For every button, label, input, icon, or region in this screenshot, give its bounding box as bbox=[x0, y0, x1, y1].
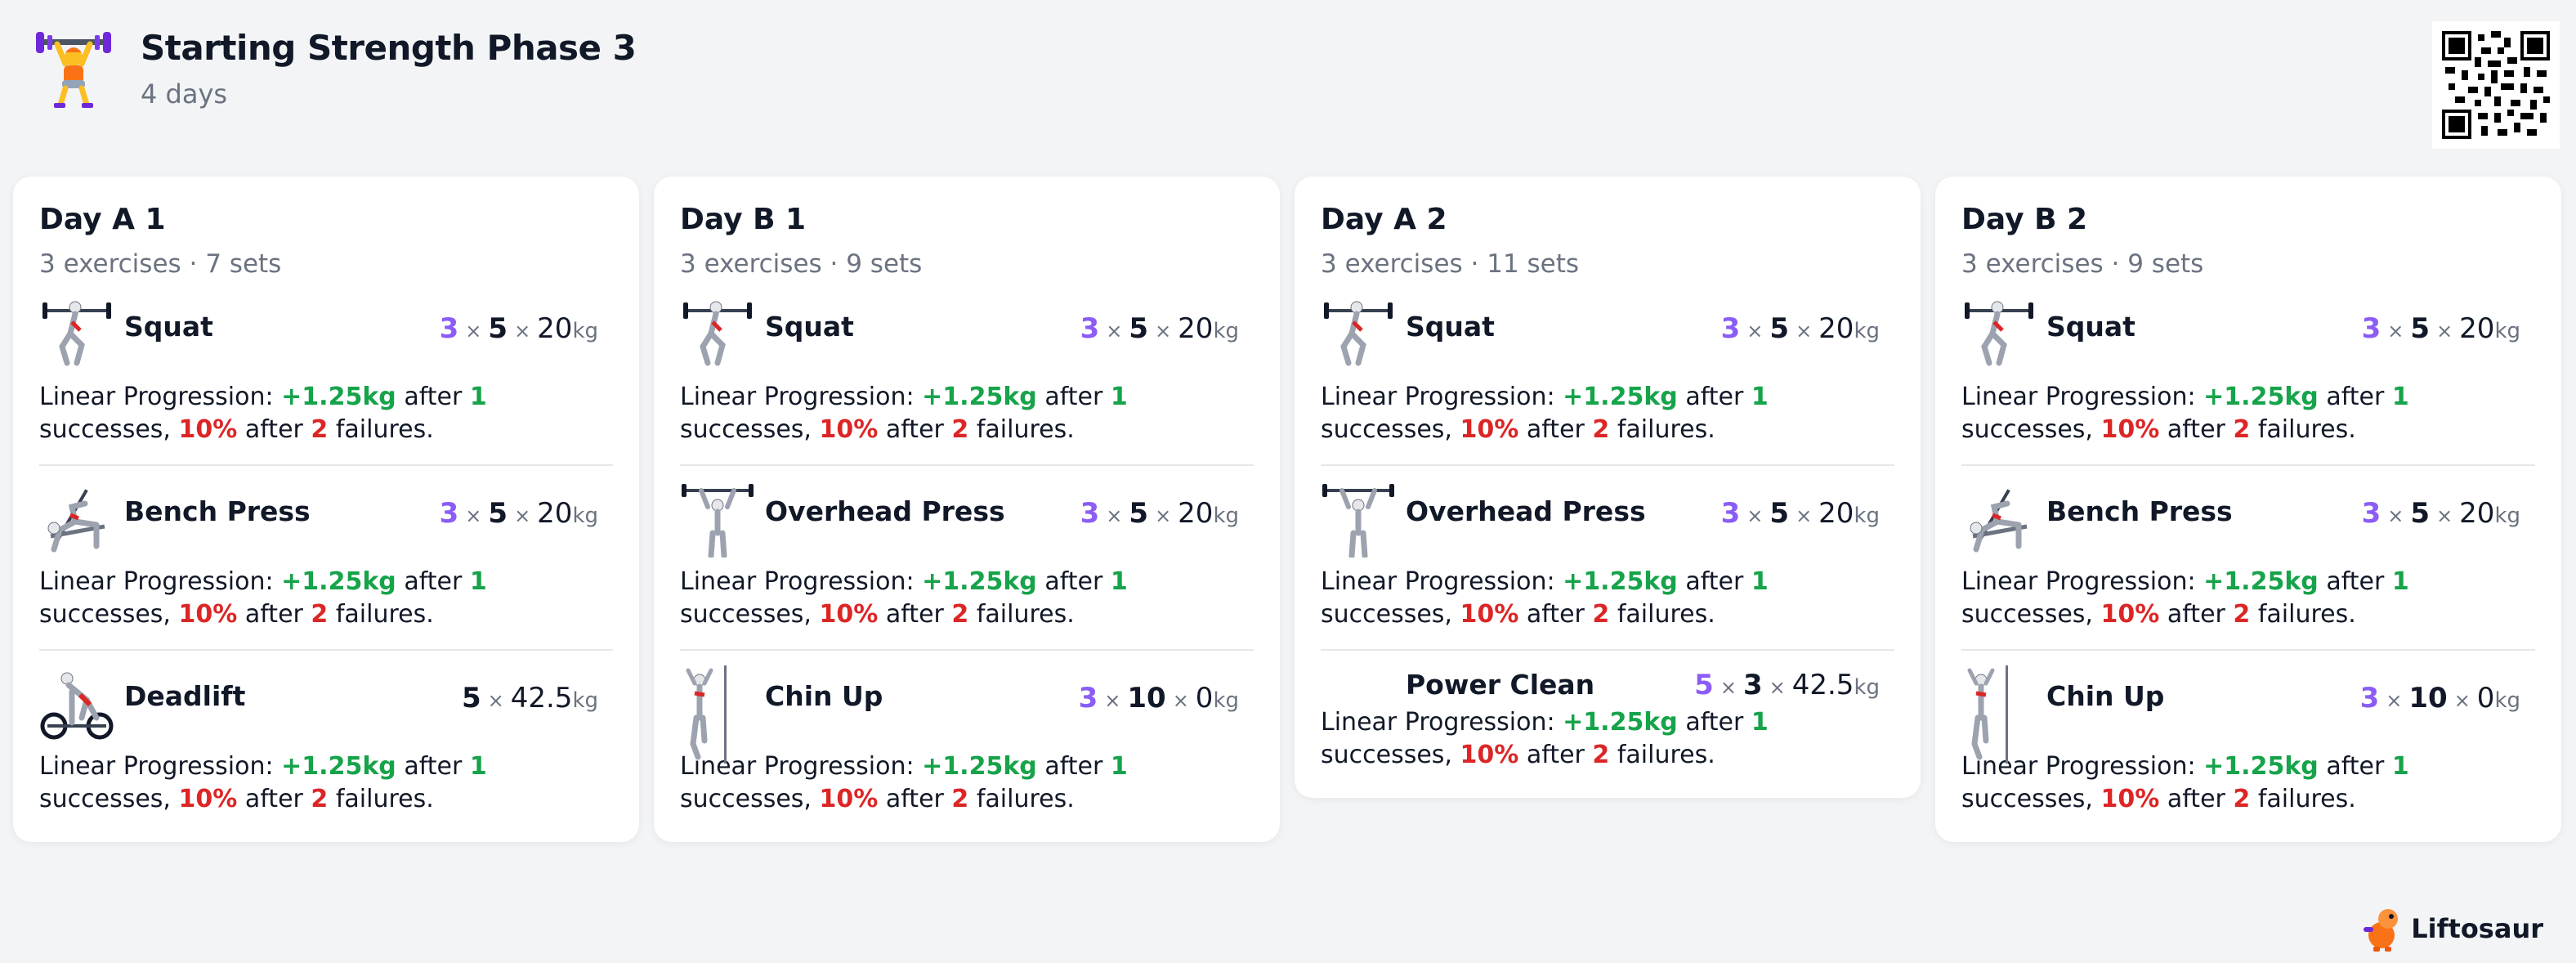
day-summary: 3 exercises · 7 sets bbox=[39, 249, 282, 279]
day-title: Day A 1 bbox=[39, 203, 166, 236]
day-card-b2[interactable]: Day B 2 3 exercises · 9 sets Squat 3 × 5 × 2… bbox=[1935, 177, 2561, 842]
exercise-item[interactable]: Bench Press 3 × 5 × 20kg Linear Progression:… bbox=[39, 466, 613, 651]
exercise-name: Overhead Press bbox=[765, 495, 1005, 527]
progression-text: Linear Progression: +1.25kg after 1 succ… bbox=[1321, 567, 1769, 629]
exercise-scheme: 3 × 5 × 20kg bbox=[2361, 497, 2520, 530]
exercise-item[interactable]: Overhead Press 3 × 5 × 20kg Linear Progressi… bbox=[680, 466, 1254, 651]
exercise-name: Bench Press bbox=[2046, 495, 2233, 527]
day-title: Day A 2 bbox=[1321, 203, 1447, 236]
sets-count: 3 bbox=[439, 312, 459, 345]
day-columns: Day A 1 3 exercises · 7 sets Squat 3 × 5 × 2… bbox=[13, 177, 2563, 842]
bench-press-icon bbox=[1970, 489, 2028, 553]
exercise-scheme: 3 × 5 × 20kg bbox=[1720, 312, 1880, 345]
day-card-a1[interactable]: Day A 1 3 exercises · 7 sets Squat 3 × 5 × 2… bbox=[13, 177, 639, 842]
squat-icon bbox=[1324, 301, 1393, 366]
progression-text: Linear Progression: +1.25kg after 1 succ… bbox=[39, 752, 487, 813]
exercise-name: Squat bbox=[1406, 311, 1495, 343]
reps-count: 5 bbox=[488, 312, 508, 345]
exercise-name: Power Clean bbox=[1406, 669, 1595, 701]
bench-press-icon bbox=[47, 489, 105, 553]
weight-value: 20 bbox=[537, 312, 573, 345]
exercise-name: Deadlift bbox=[124, 680, 246, 712]
exercise-scheme: 3 × 5 × 20kg bbox=[1080, 497, 1239, 530]
day-summary: 3 exercises · 9 sets bbox=[1961, 249, 2204, 279]
exercise-item[interactable]: Chin Up 3 × 10 × 0kg Linear Progression: +1.… bbox=[680, 651, 1254, 816]
exercise-name: Squat bbox=[2046, 311, 2135, 343]
progression-text: Linear Progression: +1.25kg after 1 succ… bbox=[1961, 567, 2409, 629]
exercise-item[interactable]: Deadlift 5 × 42.5kg Linear Progression: +1… bbox=[39, 651, 613, 816]
qr-code[interactable] bbox=[2432, 21, 2560, 149]
exercise-item[interactable]: Bench Press 3 × 5 × 20kg Linear Progression:… bbox=[1961, 466, 2535, 651]
day-title: Day B 1 bbox=[680, 203, 807, 236]
deadlift-icon bbox=[40, 672, 114, 740]
brand-name: Liftosaur bbox=[2411, 913, 2543, 944]
weightlifter-icon bbox=[36, 32, 111, 108]
program-title: Starting Strength Phase 3 bbox=[141, 28, 637, 68]
brand-footer[interactable]: Liftosaur bbox=[2362, 906, 2543, 952]
exercise-scheme: 3 × 5 × 20kg bbox=[2361, 312, 2520, 345]
program-days-count: 4 days bbox=[141, 78, 228, 110]
exercise-name: Squat bbox=[124, 311, 213, 343]
exercise-name: Bench Press bbox=[124, 495, 311, 527]
progression-text: Linear Progression: +1.25kg after 1 succ… bbox=[1961, 752, 2409, 813]
exercise-scheme: 3 × 10 × 0kg bbox=[2359, 682, 2520, 714]
exercise-name: Chin Up bbox=[2046, 680, 2165, 712]
progression-text: Linear Progression: +1.25kg after 1 succ… bbox=[680, 752, 1128, 813]
progression-text: Linear Progression: +1.25kg after 1 succ… bbox=[680, 383, 1128, 444]
exercise-scheme: 3 × 10 × 0kg bbox=[1078, 682, 1239, 714]
progression-text: Linear Progression: +1.25kg after 1 succ… bbox=[39, 383, 487, 444]
progression-text: Linear Progression: +1.25kg after 1 succ… bbox=[1321, 708, 1769, 769]
squat-icon bbox=[42, 301, 111, 366]
exercise-item[interactable]: Chin Up 3 × 10 × 0kg Linear Progression: +1.… bbox=[1961, 651, 2535, 816]
exercise-item[interactable]: Squat 3 × 5 × 20kg Linear Progression: +1.25… bbox=[1321, 281, 1894, 466]
qr-code-icon bbox=[2442, 31, 2550, 139]
progression-text: Linear Progression: +1.25kg after 1 succ… bbox=[680, 567, 1128, 629]
exercise-scheme: 3 × 5 × 20kg bbox=[1720, 497, 1880, 530]
exercise-name: Overhead Press bbox=[1406, 495, 1646, 527]
exercise-item[interactable]: Power Clean 5 × 3 × 42.5kg Linear Progressio… bbox=[1321, 651, 1894, 772]
exercise-name: Squat bbox=[765, 311, 854, 343]
day-summary: 3 exercises · 11 sets bbox=[1321, 249, 1580, 279]
day-card-b1[interactable]: Day B 1 3 exercises · 9 sets Squat 3 × 5 × 2… bbox=[654, 177, 1280, 842]
squat-icon bbox=[683, 301, 752, 366]
chin-up-icon bbox=[686, 665, 727, 764]
overhead-press-icon bbox=[1322, 484, 1394, 558]
chin-up-icon bbox=[1967, 665, 2008, 764]
overhead-press-icon bbox=[682, 484, 754, 558]
program-header: Starting Strength Phase 3 4 days bbox=[33, 21, 2560, 149]
exercise-name: Chin Up bbox=[765, 680, 883, 712]
day-summary: 3 exercises · 9 sets bbox=[680, 249, 923, 279]
exercise-item[interactable]: Squat 3 × 5 × 20kg Linear Progression: +1.25… bbox=[1961, 281, 2535, 466]
exercise-item[interactable]: Squat 3 × 5 × 20kg Linear Progression: +1.25… bbox=[680, 281, 1254, 466]
progression-text: Linear Progression: +1.25kg after 1 succ… bbox=[1321, 383, 1769, 444]
weight-unit: kg bbox=[572, 319, 598, 343]
progression-text: Linear Progression: +1.25kg after 1 succ… bbox=[39, 567, 487, 629]
exercise-item[interactable]: Overhead Press 3 × 5 × 20kg Linear Progressi… bbox=[1321, 466, 1894, 651]
exercise-scheme: 5 × 3 × 42.5kg bbox=[1694, 669, 1880, 701]
day-title: Day B 2 bbox=[1961, 203, 2088, 236]
progression-text: Linear Progression: +1.25kg after 1 succ… bbox=[1961, 383, 2409, 444]
squat-icon bbox=[1965, 301, 2033, 366]
exercise-scheme: 5 × 42.5kg bbox=[461, 682, 598, 714]
exercise-item[interactable]: Squat 3 × 5 × 20kg Linear Progression: +1.25… bbox=[39, 281, 613, 466]
liftosaur-dino-icon bbox=[2364, 909, 2399, 952]
exercise-scheme: 3 × 5 × 20kg bbox=[1080, 312, 1239, 345]
day-card-a2[interactable]: Day A 2 3 exercises · 11 sets Squat 3 × 5 ×… bbox=[1295, 177, 1921, 798]
exercise-scheme: 3 × 5 × 20kg bbox=[439, 312, 598, 345]
exercise-scheme: 3 × 5 × 20kg bbox=[439, 497, 598, 530]
